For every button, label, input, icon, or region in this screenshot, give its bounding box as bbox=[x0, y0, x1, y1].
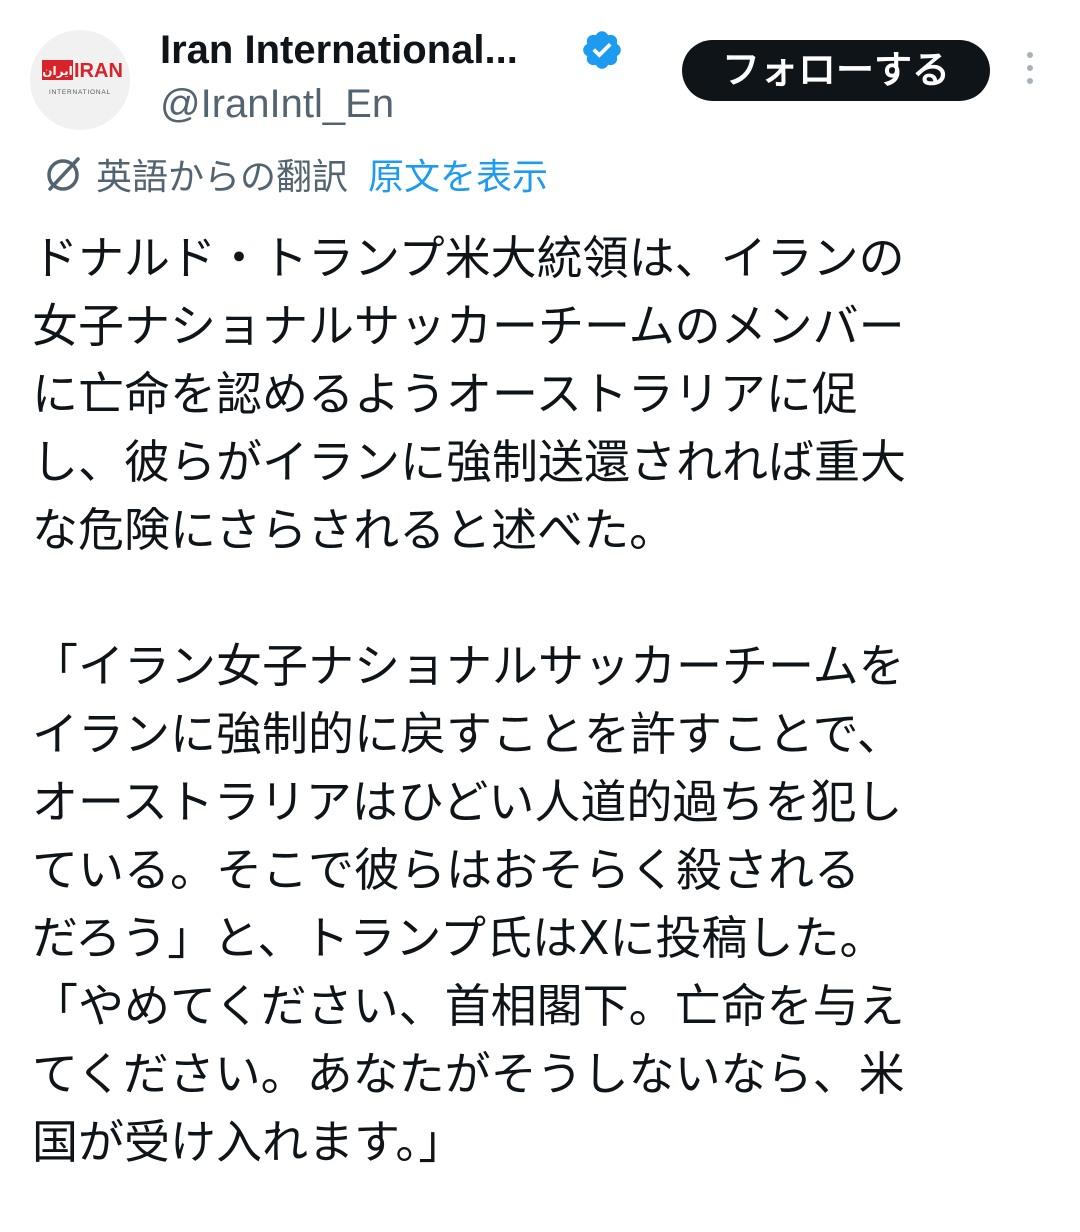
translation-bar: 英語からの翻訳 原文を表示 bbox=[40, 146, 548, 202]
show-original-link[interactable]: 原文を表示 bbox=[368, 148, 548, 200]
logo-main-text: IRAN bbox=[74, 60, 123, 82]
iran-international-logo-icon: ایران IRAN INTERNATIONAL bbox=[30, 30, 130, 130]
tweet-text: ドナルド・トランプ米大統領は、イランの 女子ナショナルサッカーチームのメンバー … bbox=[32, 224, 1032, 1176]
logo-sub-text: INTERNATIONAL bbox=[49, 89, 111, 96]
translate-icon bbox=[47, 157, 80, 191]
follow-button[interactable]: フォローする bbox=[682, 40, 990, 101]
translation-label: 英語からの翻訳 bbox=[96, 157, 349, 198]
logo-persian-text: ایران bbox=[42, 64, 72, 78]
author-avatar[interactable]: ایران IRAN INTERNATIONAL bbox=[30, 30, 130, 130]
tweet-paragraph: ドナルド・トランプ米大統領は、イランの 女子ナショナルサッカーチームのメンバー … bbox=[32, 231, 906, 557]
more-options-button[interactable] bbox=[1016, 52, 1044, 88]
more-vertical-icon bbox=[1027, 52, 1033, 58]
author-handle[interactable]: @IranIntl_En bbox=[160, 78, 394, 130]
tweet-paragraph: 「イラン女子ナショナルサッカーチームを イランに強制的に戻すことを許すことで、 … bbox=[32, 639, 905, 1169]
author-display-name[interactable]: Iran International... bbox=[160, 22, 518, 78]
verified-badge-icon bbox=[583, 31, 621, 69]
